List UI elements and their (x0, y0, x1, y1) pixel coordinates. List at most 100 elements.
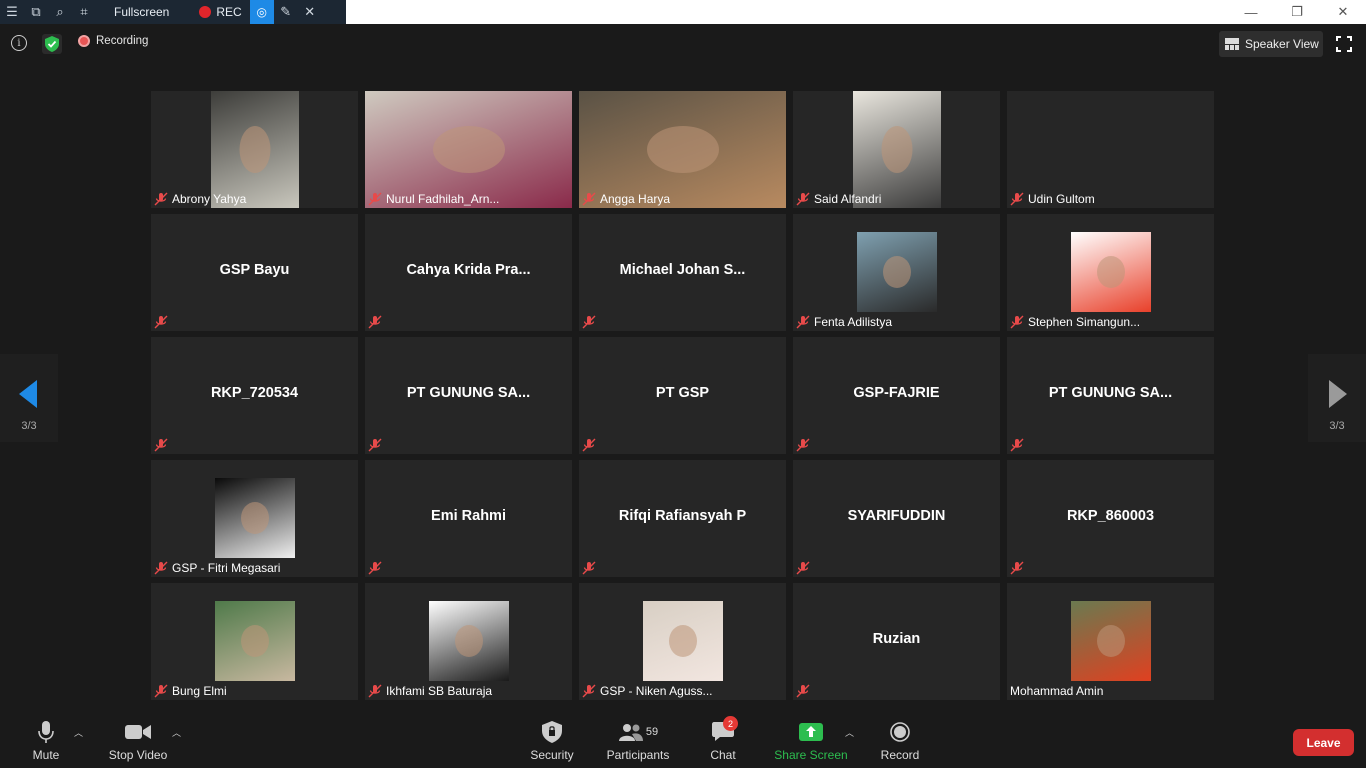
rec-button[interactable]: REC (199, 5, 249, 19)
participant-caption: Stephen Simangun... (1010, 314, 1143, 330)
participant-name: Ikhfami SB Baturaja (386, 684, 493, 698)
encryption-shield-icon[interactable] (42, 34, 62, 54)
participant-caption (796, 683, 817, 699)
participant-caption (796, 437, 817, 453)
security-label: Security (530, 748, 574, 762)
participant-caption: Angga Harya (582, 191, 673, 207)
participant-tile[interactable]: RKP_860003 (1007, 460, 1214, 577)
participant-tile[interactable]: PT GUNUNG SA... (1007, 337, 1214, 454)
person-silhouette-icon (239, 126, 270, 174)
muted-mic-icon (154, 684, 168, 698)
crop-icon[interactable]: ⌗ (72, 0, 96, 24)
capture-icon[interactable]: ◎ (249, 0, 274, 24)
participant-tile[interactable]: RKP_720534 (151, 337, 358, 454)
record-button[interactable]: Record (878, 720, 922, 762)
share-screen-icon (772, 720, 850, 744)
participant-tile[interactable]: Ruzian (793, 583, 1000, 700)
screen-share-toolbar: ☰ ⧉ ⌕ ⌗ Fullscreen REC ◎ ✎ ✕ (0, 0, 346, 24)
record-icon (878, 720, 922, 744)
participant-tile[interactable]: Michael Johan S... (579, 214, 786, 331)
muted-mic-icon (796, 561, 810, 575)
participant-tile[interactable]: PT GSP (579, 337, 786, 454)
muted-mic-icon (796, 192, 810, 206)
participant-tile[interactable]: GSP Bayu (151, 214, 358, 331)
participant-caption: Ikhfami SB Baturaja (368, 683, 495, 699)
participant-name: Nurul Fadhilah_Arn... (386, 192, 500, 206)
participant-tile[interactable]: Nurul Fadhilah_Arn... (365, 91, 572, 208)
chat-unread-badge: 2 (723, 716, 738, 731)
participant-tile[interactable]: Ikhfami SB Baturaja (365, 583, 572, 700)
participant-caption: GSP - Niken Aguss... (582, 683, 716, 699)
participant-display-name: Emi Rahmi (431, 508, 506, 524)
participants-count: 59 (645, 726, 659, 738)
leave-button[interactable]: Leave (1293, 729, 1354, 756)
participants-button[interactable]: 59 Participants (604, 720, 672, 762)
security-button[interactable]: Security (528, 720, 576, 762)
participant-display-name: Michael Johan S... (619, 262, 746, 278)
recording-label: Recording (96, 35, 149, 47)
recording-indicator[interactable]: Recording (78, 35, 148, 47)
muted-mic-icon (1010, 315, 1024, 329)
rec-label: REC (216, 5, 242, 19)
participant-caption: Mohammad Amin (1010, 683, 1106, 699)
participant-video (1070, 232, 1151, 312)
participant-tile[interactable]: SYARIFUDDIN (793, 460, 1000, 577)
participants-icon-group: 59 (604, 720, 672, 744)
video-options-caret-icon[interactable]: ︿ (172, 726, 181, 739)
audio-options-caret-icon[interactable]: ︿ (74, 726, 83, 739)
participant-display-name: PT GSP (655, 385, 710, 401)
muted-mic-icon (1010, 192, 1024, 206)
fullscreen-label[interactable]: Fullscreen (96, 5, 199, 19)
participants-label: Participants (606, 748, 670, 762)
record-label: Record (880, 748, 920, 762)
participant-display-name: Ruzian (872, 631, 921, 647)
chat-button[interactable]: 2 Chat (703, 716, 743, 762)
participant-name: Fenta Adilistya (814, 315, 893, 329)
speaker-view-button[interactable]: Speaker View (1219, 31, 1323, 57)
zoom-region-icon[interactable]: ⌕ (48, 0, 72, 24)
participant-tile[interactable]: Bung Elmi (151, 583, 358, 700)
participant-caption (1010, 560, 1031, 576)
participant-tile[interactable]: GSP - Fitri Megasari (151, 460, 358, 577)
participant-name: Udin Gultom (1028, 192, 1095, 206)
stop-video-button[interactable]: Stop Video (104, 720, 172, 762)
participant-tile[interactable]: Cahya Krida Pra... (365, 214, 572, 331)
participant-tile[interactable]: Fenta Adilistya (793, 214, 1000, 331)
participant-caption: Fenta Adilistya (796, 314, 895, 330)
mute-button[interactable]: Mute (26, 720, 66, 762)
participant-tile[interactable]: GSP - Niken Aguss... (579, 583, 786, 700)
restore-icon[interactable]: ❐ (1274, 0, 1320, 24)
info-icon[interactable]: i (11, 35, 27, 51)
participant-caption (368, 314, 389, 330)
fullscreen-icon[interactable] (1336, 36, 1352, 52)
participant-tile[interactable]: PT GUNUNG SA... (365, 337, 572, 454)
person-silhouette-icon (240, 502, 269, 534)
previous-page-button[interactable]: 3/3 (0, 354, 58, 442)
arrow-right-icon (1329, 380, 1347, 408)
participant-display-name: PT GUNUNG SA... (406, 385, 531, 401)
participant-tile[interactable]: Emi Rahmi (365, 460, 572, 577)
muted-mic-icon (796, 438, 810, 452)
participant-tile[interactable]: GSP-FAJRIE (793, 337, 1000, 454)
participant-caption (796, 560, 817, 576)
participant-tile[interactable]: Rifqi Rafiansyah P (579, 460, 786, 577)
participant-name: GSP - Fitri Megasari (172, 561, 281, 575)
menu-icon[interactable]: ☰ (0, 0, 24, 24)
participant-name: Mohammad Amin (1010, 684, 1104, 698)
participant-video (1070, 601, 1151, 681)
close-window-icon[interactable]: ✕ (1320, 0, 1366, 24)
participant-tile[interactable]: Abrony Yahya (151, 91, 358, 208)
participant-tile[interactable]: Stephen Simangun... (1007, 214, 1214, 331)
share-screen-button[interactable]: Share Screen (772, 720, 850, 762)
participant-tile[interactable]: Angga Harya (579, 91, 786, 208)
minimize-icon[interactable]: — (1228, 0, 1274, 24)
pencil-icon[interactable]: ✎ (274, 0, 298, 24)
participant-tile[interactable]: Said Alfandri (793, 91, 1000, 208)
meeting-topbar: i Recording Speaker View (0, 24, 1366, 64)
next-page-button[interactable]: 3/3 (1308, 354, 1366, 442)
participant-tile[interactable]: Udin Gultom (1007, 91, 1214, 208)
participant-tile[interactable]: Mohammad Amin (1007, 583, 1214, 700)
close-toolbar-icon[interactable]: ✕ (298, 0, 322, 24)
share-options-caret-icon[interactable]: ︿ (845, 726, 854, 739)
window-switch-icon[interactable]: ⧉ (24, 0, 48, 24)
